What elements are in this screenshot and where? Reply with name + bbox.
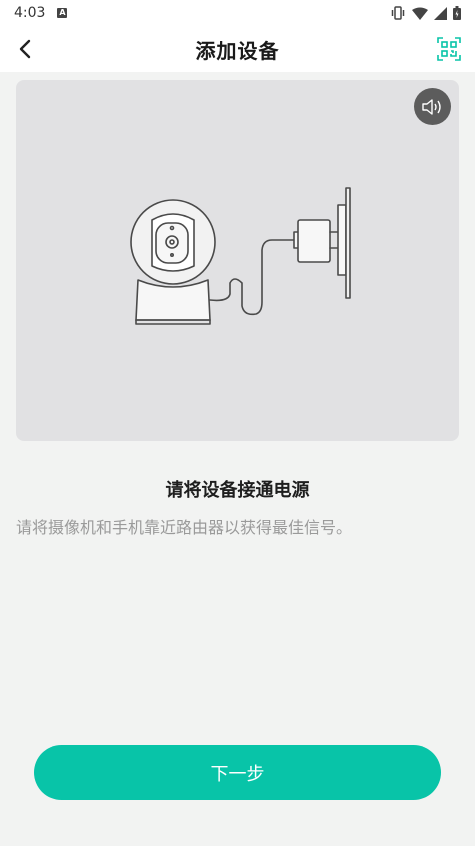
back-button[interactable] xyxy=(12,36,38,62)
wifi-icon xyxy=(412,7,428,20)
camera-power-illustration xyxy=(130,187,351,325)
device-illustration xyxy=(16,80,459,441)
qr-scan-icon xyxy=(437,37,461,61)
status-time: 4:03 xyxy=(14,5,46,21)
next-step-button[interactable]: 下一步 xyxy=(34,745,441,800)
vibrate-icon xyxy=(391,6,405,20)
signal-icon xyxy=(434,6,447,20)
battery-icon xyxy=(453,6,461,20)
instruction-subtitle: 请将摄像机和手机靠近路由器以获得最佳信号。 xyxy=(16,518,353,537)
speaker-icon xyxy=(421,98,441,115)
notification-badge: A xyxy=(57,8,68,18)
instruction-title: 请将设备接通电源 xyxy=(165,480,310,501)
chevron-left-icon xyxy=(19,39,31,59)
status-left: 4:03 A xyxy=(14,5,68,21)
app-header: 添加设备 xyxy=(0,26,475,72)
sound-button[interactable] xyxy=(414,88,451,125)
page-title: 添加设备 xyxy=(195,38,280,63)
status-icons xyxy=(390,6,461,20)
status-bar: 4:03 A xyxy=(0,0,475,26)
qr-scan-button[interactable] xyxy=(437,37,461,61)
